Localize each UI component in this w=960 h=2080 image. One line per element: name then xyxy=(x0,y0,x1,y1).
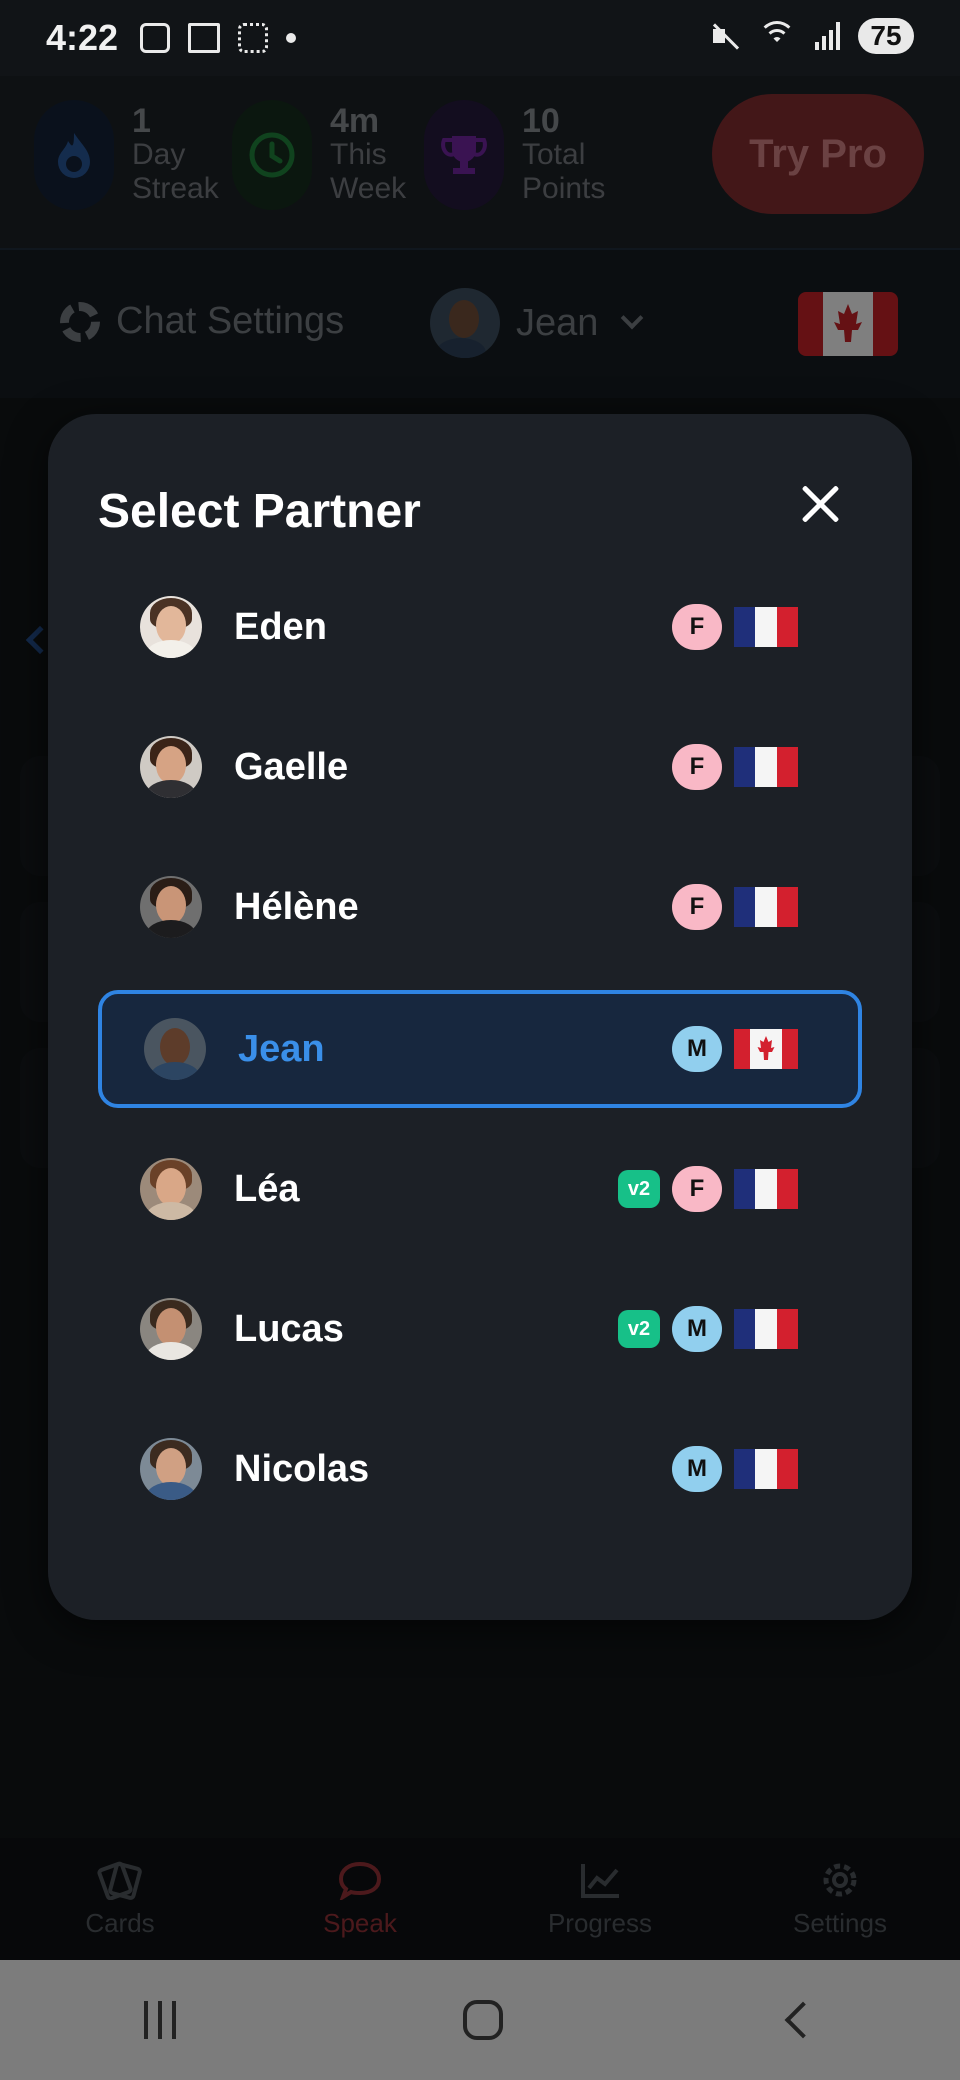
france-flag-icon xyxy=(734,887,798,927)
gender-badge: M xyxy=(672,1306,722,1352)
partner-row-helene[interactable]: Hélène F xyxy=(98,848,862,966)
partner-row-jean[interactable]: Jean M xyxy=(98,990,862,1108)
partner-name: Lucas xyxy=(234,1307,344,1350)
v2-badge: v2 xyxy=(618,1310,660,1348)
home-icon[interactable] xyxy=(462,2000,503,2040)
partner-name: Gaelle xyxy=(234,745,349,788)
partner-name: Nicolas xyxy=(234,1447,370,1490)
gender-badge: F xyxy=(672,744,722,790)
notification-icons xyxy=(140,23,297,53)
avatar xyxy=(140,596,202,658)
select-partner-modal: Select Partner Eden F Gaelle F Hélène F … xyxy=(48,414,912,1620)
partner-row-lucas[interactable]: Lucas v2 M xyxy=(98,1270,862,1388)
partner-name: Jean xyxy=(238,1027,325,1070)
wifi-icon xyxy=(757,21,797,51)
close-icon[interactable] xyxy=(800,484,840,524)
partner-name: Hélène xyxy=(234,885,359,928)
france-flag-icon xyxy=(734,1309,798,1349)
back-icon[interactable] xyxy=(784,2001,822,2039)
status-bar: 4:22 75 xyxy=(0,0,960,76)
gender-badge: F xyxy=(672,884,722,930)
france-flag-icon xyxy=(734,1169,798,1209)
france-flag-icon xyxy=(734,607,798,647)
gender-badge: F xyxy=(672,604,722,650)
gender-badge: M xyxy=(672,1446,722,1492)
partner-row-lea[interactable]: Léa v2 F xyxy=(98,1130,862,1248)
apps-icon xyxy=(238,23,269,53)
partner-name: Léa xyxy=(234,1167,300,1210)
more-notifications-dot xyxy=(286,33,297,43)
status-time: 4:22 xyxy=(46,17,119,58)
v2-badge: v2 xyxy=(618,1170,660,1208)
gender-badge: M xyxy=(672,1026,722,1072)
canada-flag-icon xyxy=(734,1029,798,1069)
avatar xyxy=(140,736,202,798)
gmail-icon xyxy=(188,23,221,53)
battery-indicator: 75 xyxy=(858,18,914,54)
mute-icon xyxy=(709,21,739,51)
recent-apps-icon[interactable] xyxy=(143,2001,176,2039)
partner-row-eden[interactable]: Eden F xyxy=(98,568,862,686)
system-navigation-bar xyxy=(0,1960,960,2080)
avatar xyxy=(140,876,202,938)
avatar xyxy=(140,1158,202,1220)
avatar xyxy=(144,1018,206,1080)
france-flag-icon xyxy=(734,747,798,787)
partner-name: Eden xyxy=(234,605,327,648)
france-flag-icon xyxy=(734,1449,798,1489)
avatar xyxy=(140,1438,202,1500)
modal-title: Select Partner xyxy=(98,485,421,538)
avatar xyxy=(140,1298,202,1360)
signal-icon xyxy=(815,22,840,50)
gender-badge: F xyxy=(672,1166,722,1212)
screenshot-icon xyxy=(140,23,171,53)
partner-row-nicolas[interactable]: Nicolas M xyxy=(98,1410,862,1528)
partner-row-gaelle[interactable]: Gaelle F xyxy=(98,708,862,826)
